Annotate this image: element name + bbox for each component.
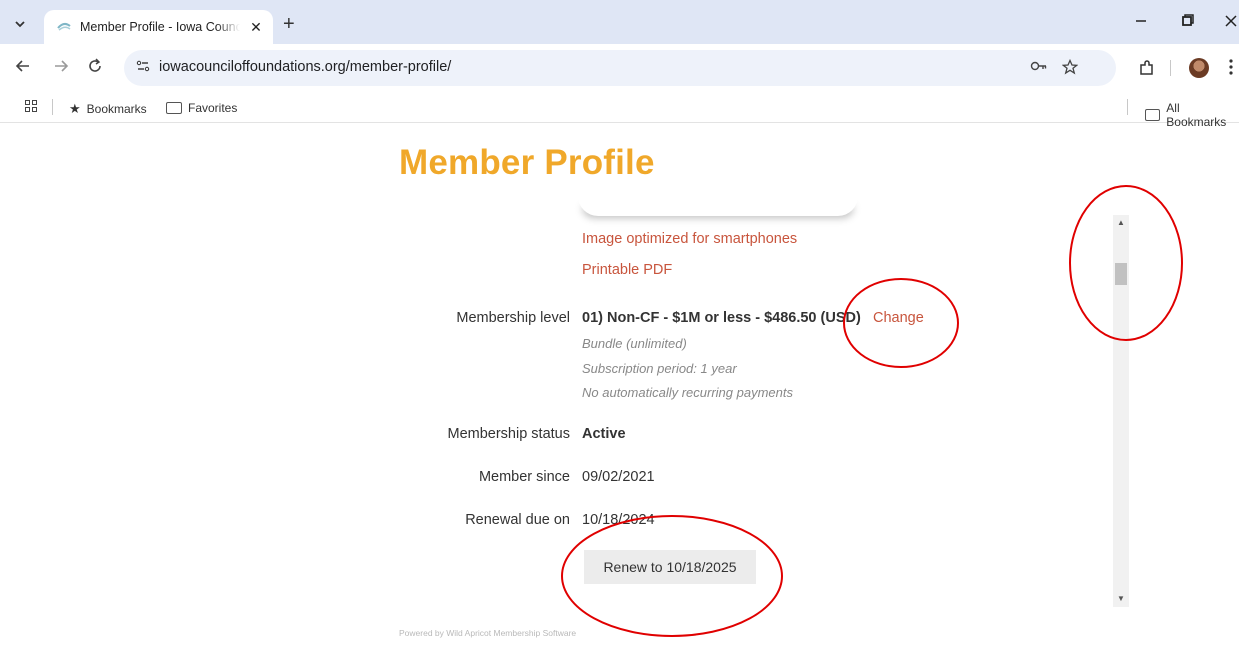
renewal-due-value: 10/18/2024 (582, 512, 655, 528)
folder-icon (166, 102, 182, 114)
renewal-due-label: Renewal due on (465, 512, 570, 528)
change-level-link[interactable]: Change (873, 310, 924, 326)
content-scrollbar[interactable]: ▲ ▼ (1113, 215, 1129, 607)
membership-status-value: Active (582, 426, 626, 442)
star-icon: ★ (69, 101, 81, 116)
folder-icon (1145, 109, 1161, 121)
footer-powered-by[interactable]: Powered by Wild Apricot Membership Softw… (399, 628, 576, 638)
site-info-icon[interactable] (136, 59, 150, 76)
url-text[interactable]: iowacounciloffoundations.org/member-prof… (159, 59, 451, 75)
all-bookmarks-folder[interactable]: All Bookmarks (1145, 101, 1239, 129)
member-since-value: 09/02/2021 (582, 469, 655, 485)
membership-status-label: Membership status (447, 426, 571, 442)
bookmarks-label: Bookmarks (86, 102, 147, 116)
apps-icon[interactable] (25, 100, 37, 112)
site-favicon-icon (56, 19, 72, 35)
toolbar-divider (1170, 60, 1171, 76)
minimize-icon[interactable] (1135, 12, 1147, 33)
smartphone-image-link[interactable]: Image optimized for smartphones (582, 231, 797, 247)
renew-button[interactable]: Renew to 10/18/2025 (584, 550, 756, 584)
favorites-folder[interactable]: Favorites (166, 101, 237, 115)
membership-note: Bundle (unlimited) (582, 336, 687, 351)
tab-search-button[interactable] (8, 13, 32, 35)
address-bar[interactable]: iowacounciloffoundations.org/member-prof… (124, 50, 1116, 86)
bookmarks-folder[interactable]: ★ Bookmarks (69, 101, 147, 117)
profile-card-edge (578, 196, 858, 216)
extensions-icon[interactable] (1138, 59, 1156, 82)
printable-pdf-link[interactable]: Printable PDF (582, 262, 672, 278)
forward-icon[interactable] (52, 57, 70, 79)
membership-note: Subscription period: 1 year (582, 361, 737, 376)
bookmark-star-icon[interactable] (1061, 58, 1079, 79)
bookmark-divider (1127, 99, 1128, 115)
all-bookmarks-label: All Bookmarks (1166, 101, 1227, 129)
tab-title: Member Profile - Iowa Council of Foundat… (80, 20, 240, 34)
tab-member-profile[interactable]: Member Profile - Iowa Council of Foundat… (44, 10, 273, 44)
membership-level-value: 01) Non-CF - $1M or less - $486.50 (USD) (582, 310, 861, 326)
reload-icon[interactable] (86, 57, 104, 79)
tab-strip: Member Profile - Iowa Council of Foundat… (0, 0, 1239, 44)
page-title: Member Profile (399, 143, 655, 182)
profile-avatar[interactable] (1189, 58, 1209, 78)
bookmarks-bar: ★ Bookmarks Favorites All Bookmarks (0, 92, 1239, 129)
password-key-icon[interactable] (1030, 59, 1048, 77)
back-icon[interactable] (14, 57, 32, 79)
membership-level-label: Membership level (456, 310, 570, 326)
close-window-icon[interactable] (1224, 12, 1238, 33)
favorites-label: Favorites (188, 101, 238, 115)
bookmark-divider (52, 99, 53, 115)
chevron-down-icon (15, 21, 25, 28)
more-menu-icon[interactable] (1228, 58, 1234, 81)
membership-note: No automatically recurring payments (582, 385, 793, 400)
close-tab-icon[interactable]: ✕ (248, 19, 264, 36)
member-since-label: Member since (478, 469, 570, 485)
scroll-up-icon[interactable]: ▲ (1117, 218, 1125, 227)
scroll-thumb[interactable] (1115, 263, 1127, 285)
restore-icon[interactable] (1181, 12, 1195, 33)
new-tab-button[interactable]: + (283, 14, 295, 34)
scroll-down-icon[interactable]: ▼ (1117, 594, 1125, 603)
